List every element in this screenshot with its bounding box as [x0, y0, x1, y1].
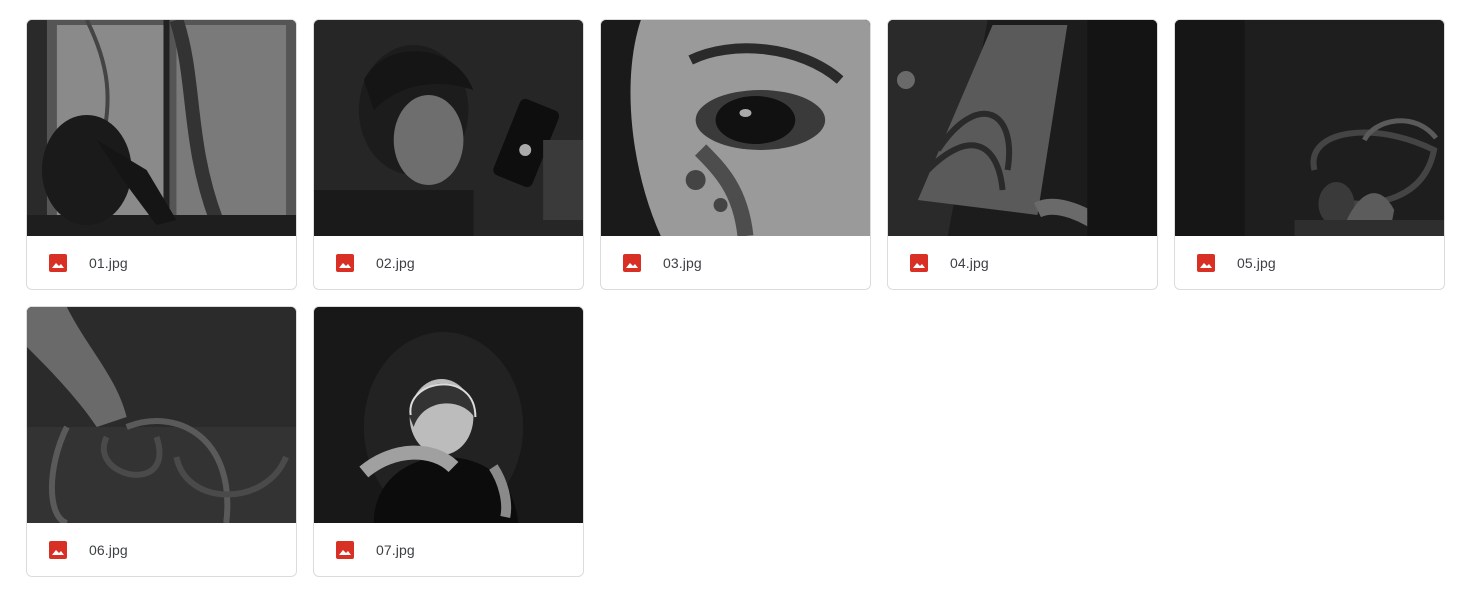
file-card[interactable]: 06.jpg [26, 306, 297, 577]
file-caption: 01.jpg [27, 236, 296, 289]
image-file-icon [622, 253, 642, 273]
file-name: 02.jpg [376, 254, 415, 271]
file-card[interactable]: 04.jpg [887, 19, 1158, 290]
image-thumbnail [601, 20, 870, 236]
image-file-icon [1196, 253, 1216, 273]
file-card[interactable]: 07.jpg [313, 306, 584, 577]
image-file-icon [335, 540, 355, 560]
file-caption: 05.jpg [1175, 236, 1444, 289]
image-file-icon [48, 540, 68, 560]
file-caption: 04.jpg [888, 236, 1157, 289]
file-name: 07.jpg [376, 541, 415, 558]
file-caption: 03.jpg [601, 236, 870, 289]
file-name: 05.jpg [1237, 254, 1276, 271]
file-name: 06.jpg [89, 541, 128, 558]
image-file-icon [48, 253, 68, 273]
image-thumbnail [314, 307, 583, 523]
image-thumbnail [27, 20, 296, 236]
file-caption: 02.jpg [314, 236, 583, 289]
image-thumbnail [27, 307, 296, 523]
file-name: 04.jpg [950, 254, 989, 271]
image-thumbnail [888, 20, 1157, 236]
file-card[interactable]: 01.jpg [26, 19, 297, 290]
image-thumbnail [314, 20, 583, 236]
file-card[interactable]: 03.jpg [600, 19, 871, 290]
file-caption: 06.jpg [27, 523, 296, 576]
file-grid: 01.jpg 02.jpg 03.jpg 04.jpg 05.jpg 06.jp… [26, 19, 1445, 577]
image-file-icon [909, 253, 929, 273]
file-caption: 07.jpg [314, 523, 583, 576]
image-thumbnail [1175, 20, 1444, 236]
file-name: 03.jpg [663, 254, 702, 271]
file-card[interactable]: 02.jpg [313, 19, 584, 290]
file-card[interactable]: 05.jpg [1174, 19, 1445, 290]
image-file-icon [335, 253, 355, 273]
file-name: 01.jpg [89, 254, 128, 271]
